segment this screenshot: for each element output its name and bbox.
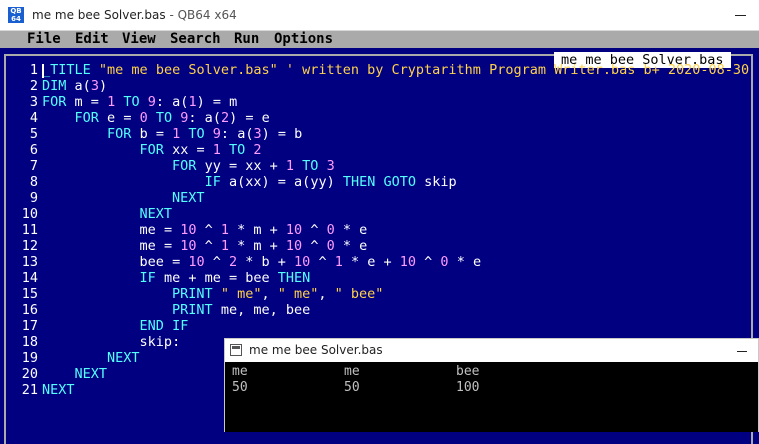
line-number: 2: [29, 78, 38, 94]
code-line[interactable]: FOR m = 1 TO 9: a(1) = m: [42, 94, 757, 110]
line-number: 5: [29, 126, 38, 142]
code-line[interactable]: FOR e = 0 TO 9: a(2) = e: [42, 110, 757, 126]
menu-file[interactable]: File: [27, 31, 61, 48]
title-bar: QB 64 me me bee Solver.bas - QB64 x64: [0, 0, 759, 31]
code-line[interactable]: IF a(xx) = a(yy) THEN GOTO skip: [42, 174, 757, 190]
line-number: 18: [21, 334, 38, 350]
line-number: 13: [21, 254, 38, 270]
code-line[interactable]: FOR b = 1 TO 9: a(3) = b: [42, 126, 757, 142]
code-line[interactable]: _TITLE "me me bee Solver.bas" ' written …: [42, 62, 757, 78]
line-number: 4: [29, 110, 38, 126]
line-number: 3: [29, 94, 38, 110]
output-window[interactable]: me me bee Solver.bas me me bee 50 50 100: [224, 338, 759, 432]
window-title: me me bee Solver.bas - QB64 x64: [32, 8, 237, 22]
code-line[interactable]: DIM a(3): [42, 78, 757, 94]
line-number: 12: [21, 238, 38, 254]
console-output: me me bee 50 50 100: [225, 362, 758, 432]
output-window-title: me me bee Solver.bas: [249, 343, 383, 357]
line-number: 11: [21, 222, 38, 238]
menu-edit[interactable]: Edit: [75, 31, 109, 48]
code-line[interactable]: END IF: [42, 318, 757, 334]
line-number: 16: [21, 302, 38, 318]
minimize-button[interactable]: [731, 6, 751, 24]
menu-run[interactable]: Run: [234, 31, 259, 48]
line-number: 17: [21, 318, 38, 334]
code-line[interactable]: NEXT: [42, 206, 757, 222]
line-number: 20: [21, 366, 38, 382]
code-line[interactable]: IF me + me = bee THEN: [42, 270, 757, 286]
line-number: 7: [29, 158, 38, 174]
console-window-icon: [230, 344, 242, 356]
menu-view[interactable]: View: [122, 31, 156, 48]
code-line[interactable]: FOR xx = 1 TO 2: [42, 142, 757, 158]
line-number: 8: [29, 174, 38, 190]
window-file-name: me me bee Solver.bas: [32, 8, 166, 22]
line-number: 15: [21, 286, 38, 302]
line-number-gutter: 1 2 3 4 5 6 7 8 9 10 11 12 13 14 15 16 17 18 19 20 21: [6, 62, 38, 398]
line-number: 10: [21, 206, 38, 222]
code-line[interactable]: me = 10 ^ 1 * m + 10 ^ 0 * e: [42, 222, 757, 238]
code-line[interactable]: NEXT: [42, 190, 757, 206]
line-number: 1: [29, 62, 38, 78]
code-line[interactable]: me = 10 ^ 1 * m + 10 ^ 0 * e: [42, 238, 757, 254]
code-line[interactable]: PRINT me, me, bee: [42, 302, 757, 318]
text-cursor: [42, 64, 44, 78]
line-number: 19: [21, 350, 38, 366]
line-number: 6: [29, 142, 38, 158]
line-number: 21: [21, 382, 38, 398]
output-minimize-button[interactable]: [736, 343, 750, 357]
line-number: 9: [29, 190, 38, 206]
menu-options[interactable]: Options: [274, 31, 333, 48]
output-window-title-bar: me me bee Solver.bas: [225, 339, 758, 362]
code-line[interactable]: PRINT " me", " me", " bee": [42, 286, 757, 302]
code-line[interactable]: FOR yy = xx + 1 TO 3: [42, 158, 757, 174]
line-number: 14: [21, 270, 38, 286]
window-app-name: - QB64 x64: [165, 8, 237, 22]
menu-search[interactable]: Search: [170, 31, 221, 48]
code-line[interactable]: bee = 10 ^ 2 * b + 10 ^ 1 * e + 10 ^ 0 *…: [42, 254, 757, 270]
menu-bar: File Edit View Search Run Options: [0, 31, 759, 48]
qb64-app-icon: QB 64: [8, 7, 24, 23]
